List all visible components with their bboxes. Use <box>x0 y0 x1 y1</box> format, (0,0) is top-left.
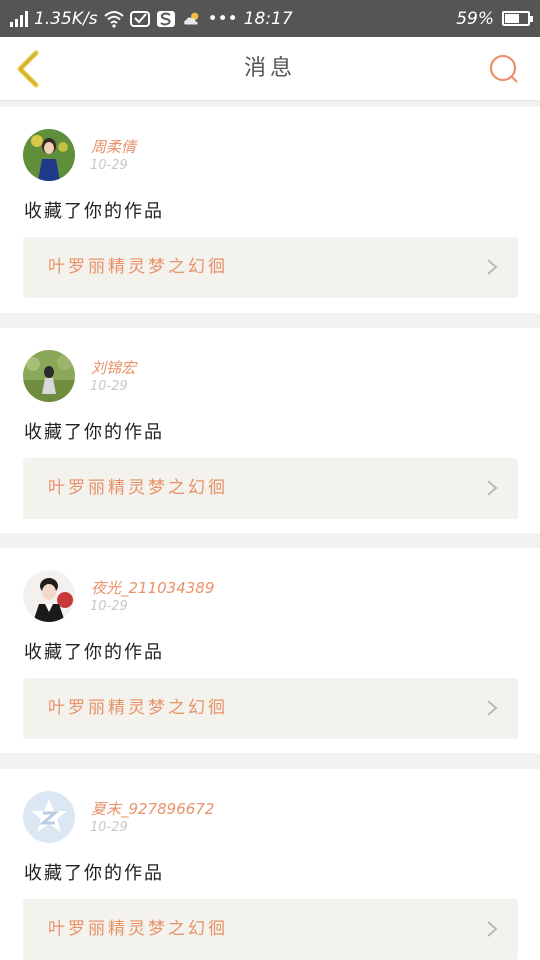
avatar[interactable] <box>23 570 75 622</box>
message-date: 10-29 <box>90 158 128 173</box>
username[interactable]: 夏末_927896672 <box>91 798 214 819</box>
username[interactable]: 周柔倩 <box>91 136 136 157</box>
avatar[interactable] <box>23 791 75 843</box>
work-title: 叶罗丽精灵梦之幻徊 <box>48 257 228 277</box>
message-card: 夜光_211034389 10-29 收藏了你的作品 叶罗丽精灵梦之幻徊 <box>0 548 540 753</box>
battery-percent: 59% <box>456 8 494 29</box>
work-link[interactable]: 叶罗丽精灵梦之幻徊 <box>23 237 518 298</box>
search-icon <box>489 54 517 82</box>
status-bar-right: 59% <box>456 0 533 37</box>
chevron-right-icon <box>487 259 498 275</box>
action-text: 收藏了你的作品 <box>24 201 164 222</box>
action-text: 收藏了你的作品 <box>24 863 164 884</box>
work-title: 叶罗丽精灵梦之幻徊 <box>48 919 228 939</box>
avatar[interactable] <box>23 129 75 181</box>
network-speed: 1.35K/s <box>34 8 98 29</box>
chevron-right-icon <box>487 480 498 496</box>
message-date: 10-29 <box>90 379 128 394</box>
app-header: 消息 <box>0 37 540 101</box>
work-title: 叶罗丽精灵梦之幻徊 <box>48 698 228 718</box>
more-icon: ••• <box>207 8 238 29</box>
message-card: 夏末_927896672 10-29 收藏了你的作品 叶罗丽精灵梦之幻徊 <box>0 769 540 960</box>
work-title: 叶罗丽精灵梦之幻徊 <box>48 478 228 498</box>
page-title: 消息 <box>243 56 296 81</box>
clock: 18:17 <box>243 8 293 29</box>
search-button[interactable] <box>488 53 520 85</box>
battery-icon <box>502 11 533 26</box>
work-link[interactable]: 叶罗丽精灵梦之幻徊 <box>23 458 518 519</box>
username[interactable]: 刘锦宏 <box>91 357 136 378</box>
chevron-right-icon <box>487 700 498 716</box>
message-date: 10-29 <box>90 599 128 614</box>
work-link[interactable]: 叶罗丽精灵梦之幻徊 <box>23 678 518 739</box>
chevron-right-icon <box>487 921 498 937</box>
wifi-icon <box>103 10 124 28</box>
username[interactable]: 夜光_211034389 <box>91 577 214 598</box>
status-bar-left: 1.35K/s ••• 18:17 <box>10 0 293 37</box>
action-text: 收藏了你的作品 <box>24 642 164 663</box>
message-card: 周柔倩 10-29 收藏了你的作品 叶罗丽精灵梦之幻徊 <box>0 107 540 313</box>
message-date: 10-29 <box>90 820 128 835</box>
weather-icon <box>183 12 198 24</box>
message-card: 刘锦宏 10-29 收藏了你的作品 叶罗丽精灵梦之幻徊 <box>0 328 540 533</box>
work-link[interactable]: 叶罗丽精灵梦之幻徊 <box>23 899 518 960</box>
action-text: 收藏了你的作品 <box>24 422 164 443</box>
s-app-icon <box>156 10 175 27</box>
avatar[interactable] <box>23 350 75 402</box>
message-icon <box>129 10 150 27</box>
status-bar: 1.35K/s ••• 18:17 59% <box>0 0 540 37</box>
signal-icon <box>10 10 28 27</box>
